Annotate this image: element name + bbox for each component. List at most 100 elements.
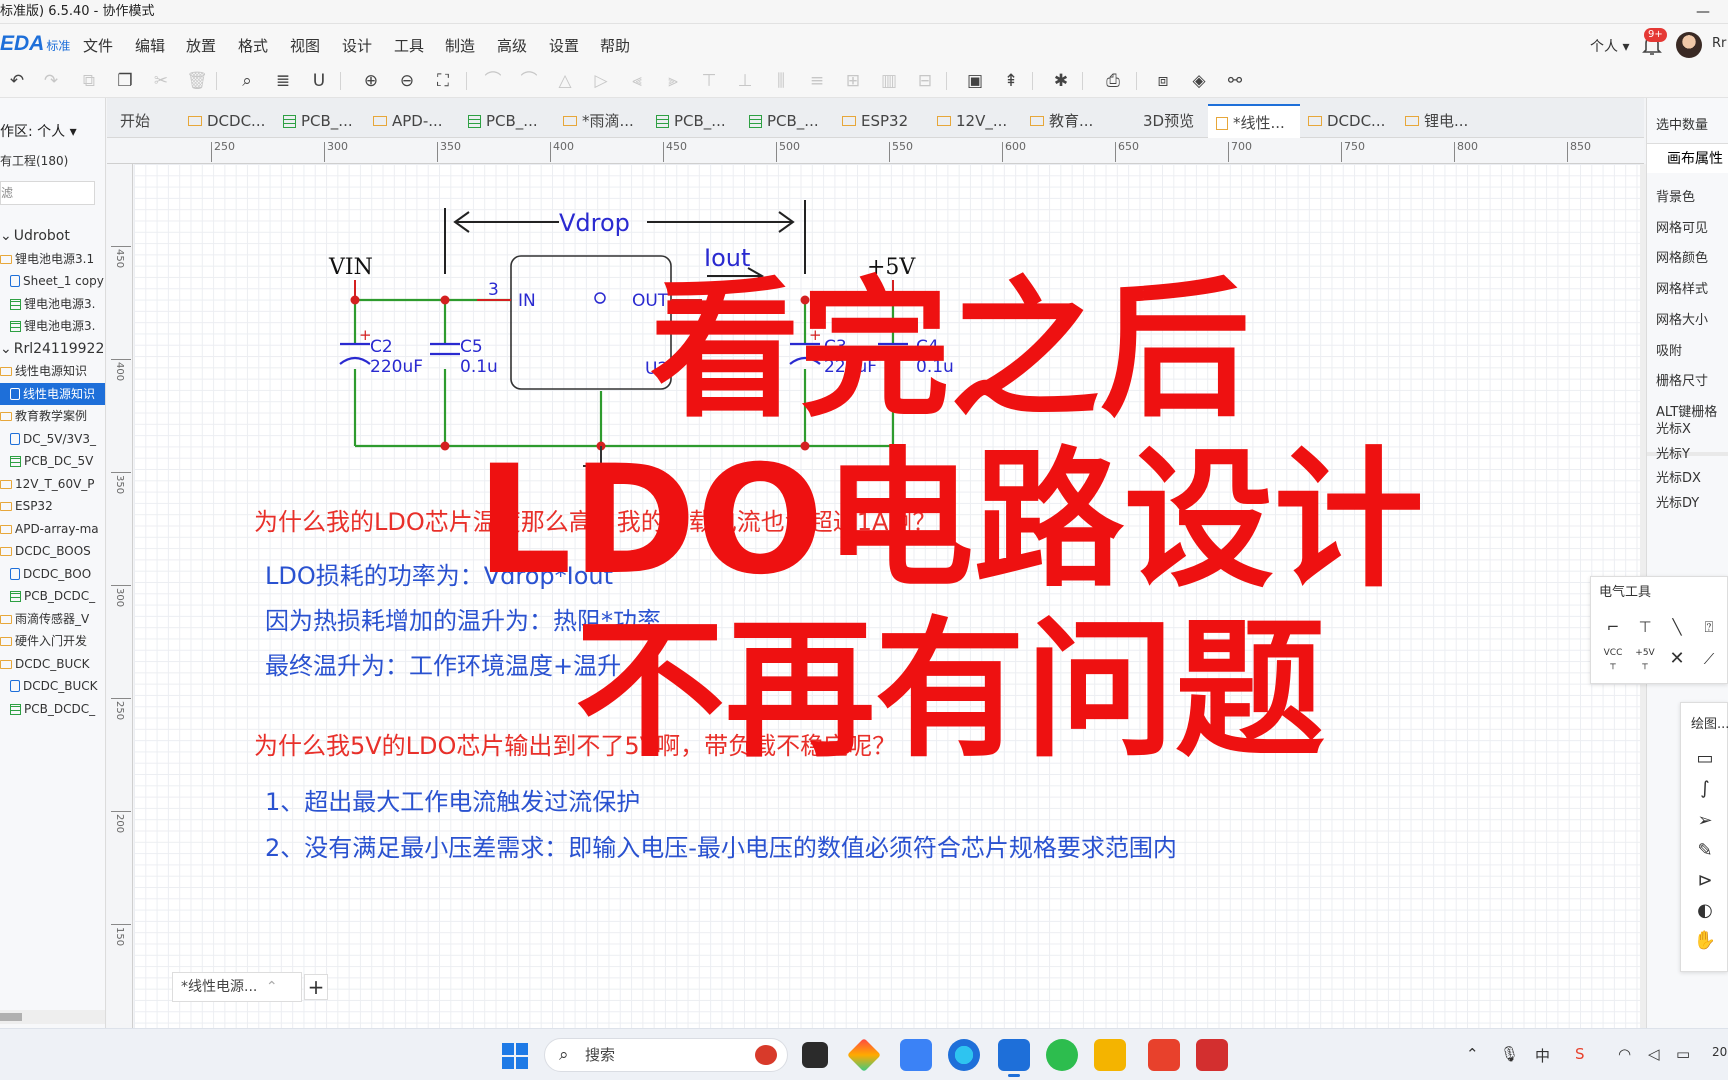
volume-icon[interactable]: ◁ [1648, 1045, 1660, 1063]
menu-view[interactable]: 视图 [290, 35, 320, 56]
tree-item[interactable]: 12V_T_60V_P [0, 473, 105, 496]
document-tab[interactable]: PCB_... [275, 104, 365, 138]
align-right-icon[interactable]: ⫸ [662, 70, 684, 92]
netflag-tool-icon[interactable]: ⍰ [1697, 615, 1721, 639]
find-replace-icon[interactable]: ≣ [272, 70, 294, 92]
vcc-tool-icon[interactable]: VCC ┬ [1601, 647, 1625, 671]
arc-tool-icon[interactable]: ◐ [1693, 899, 1717, 923]
file-explorer-icon[interactable] [1094, 1039, 1126, 1071]
align-top-icon[interactable]: ⊤ [698, 70, 720, 92]
tray-chevron-up-icon[interactable]: ⌃ [1466, 1045, 1479, 1063]
group-icon[interactable]: ⊟ [914, 70, 936, 92]
personal-dropdown[interactable]: 个人 ▾ [1590, 36, 1629, 56]
menu-settings[interactable]: 设置 [549, 35, 579, 56]
pencil-tool-icon[interactable]: ✎ [1693, 839, 1717, 863]
arrow-icon[interactable]: ▷ [590, 70, 612, 92]
tree-item[interactable]: DCDC_BOO [0, 563, 105, 586]
zoom-out-icon[interactable]: ⊖ [396, 70, 418, 92]
schematic-canvas[interactable]: Vdrop Iout VIN +5V 3 2 IN OUT U2 C2 220u… [134, 164, 1644, 1028]
tree-item[interactable]: PCB_DCDC_ [0, 585, 105, 608]
bezier-tool-icon[interactable]: ∫ [1693, 777, 1717, 801]
chevron-up-icon[interactable]: ⌃ [266, 979, 278, 995]
unit-icon[interactable]: U [308, 70, 330, 92]
tree-item[interactable]: 锂电池电源3. [0, 293, 105, 316]
tree-item[interactable]: ESP32 [0, 495, 105, 518]
menu-advanced[interactable]: 高级 [497, 35, 527, 56]
tree-item[interactable]: 雨滴传感器_V [0, 608, 105, 631]
document-tab[interactable]: PCB_... [741, 104, 834, 138]
document-tab[interactable]: ESP32 [834, 104, 929, 138]
align-left-icon[interactable]: ⫷ [626, 70, 648, 92]
tray-app-icon[interactable]: S [1575, 1045, 1585, 1063]
menu-design[interactable]: 设计 [342, 35, 372, 56]
wire-icon[interactable]: ⌒ [482, 70, 504, 92]
tree-item[interactable]: 线性电源知识 [0, 382, 105, 405]
menu-file[interactable]: 文件 [83, 35, 113, 56]
share-icon[interactable]: ⚯ [1224, 70, 1246, 92]
undo-icon[interactable]: ↶ [6, 70, 28, 92]
layers-icon[interactable]: ◈ [1188, 70, 1210, 92]
tree-item[interactable]: 锂电池电源3.1 [0, 248, 105, 271]
rect-tool-icon[interactable]: ▭ [1693, 747, 1717, 771]
layer-icon[interactable]: ⧈ [1152, 70, 1174, 92]
clock[interactable]: 20 [1712, 1045, 1727, 1059]
sheet-tab[interactable]: *线性电源... ⌃ [172, 972, 302, 1002]
bars-icon[interactable]: ▥ [878, 70, 900, 92]
align-bottom-icon[interactable]: ⊥ [734, 70, 756, 92]
plus5v-tool-icon[interactable]: +5V ┬ [1633, 647, 1657, 671]
wechat-icon[interactable] [1046, 1039, 1078, 1071]
menu-help[interactable]: 帮助 [600, 35, 630, 56]
delete-icon[interactable]: 🗑 [186, 70, 208, 92]
workspace-selector[interactable]: 作区: 个人 ▾ [0, 121, 77, 141]
username[interactable]: Rr [1712, 36, 1726, 51]
grid-icon[interactable]: ⊞ [842, 70, 864, 92]
edge-browser-icon[interactable] [948, 1039, 980, 1071]
menu-edit[interactable]: 编辑 [135, 35, 165, 56]
search-icon[interactable]: ⌕ [236, 70, 258, 92]
polygon-tool-icon[interactable]: ⊳ [1693, 869, 1717, 893]
tree-item[interactable]: 教育教学案例 [0, 405, 105, 428]
taskbar-search-box[interactable]: ⌕ 搜索 [544, 1038, 788, 1072]
menu-format[interactable]: 格式 [238, 35, 268, 56]
arrow-tool-icon[interactable]: ➢ [1693, 809, 1717, 833]
image-icon[interactable]: ▣ [964, 70, 986, 92]
distribute-h-icon[interactable]: ⫼ [770, 70, 792, 92]
start-button-icon[interactable] [502, 1043, 528, 1069]
bus-tool-icon[interactable]: ⊤ [1633, 615, 1657, 639]
app-blue-icon[interactable] [900, 1039, 932, 1071]
line-tool-icon[interactable]: ╲ [1665, 615, 1689, 639]
duplicate-icon[interactable]: ❐ [114, 70, 136, 92]
document-tab[interactable]: 3D预览 [1135, 104, 1208, 138]
tree-item[interactable]: DCDC_BUCK [0, 675, 105, 698]
document-tab[interactable]: 锂电... [1397, 104, 1492, 138]
document-tab[interactable]: PCB_... [648, 104, 741, 138]
tree-item[interactable]: DCDC_BOOS [0, 540, 105, 563]
tree-item[interactable]: DC_5V/3V3_ [0, 428, 105, 451]
cut-icon[interactable]: ✂ [150, 70, 172, 92]
battery-icon[interactable]: ▭ [1676, 1045, 1690, 1063]
tree-item[interactable]: 线性电源知识 [0, 360, 105, 383]
tree-item[interactable]: PCB_DCDC_ [0, 698, 105, 721]
tree-item[interactable]: Sheet_1 copy [0, 270, 105, 293]
horizontal-scrollbar[interactable] [0, 1010, 105, 1024]
tree-item[interactable]: 锂电池电源3. [0, 315, 105, 338]
ime-icon[interactable]: 中 [1535, 1045, 1550, 1066]
scrollbar-thumb[interactable] [0, 1013, 22, 1021]
add-sheet-button[interactable]: + [304, 974, 328, 1000]
document-tab[interactable]: APD-... [365, 104, 460, 138]
document-tab[interactable]: 12V_... [929, 104, 1022, 138]
export-icon[interactable]: ⎙ [1102, 70, 1124, 92]
tree-item[interactable]: APD-array-ma [0, 518, 105, 541]
document-tab[interactable]: *线性... [1208, 104, 1300, 138]
minimize-button[interactable]: — [1696, 0, 1710, 24]
wire-tool-icon[interactable]: ⌐ [1601, 615, 1625, 639]
notification-bell-icon[interactable]: 9+ [1640, 28, 1667, 56]
redo-icon[interactable]: ↷ [40, 70, 62, 92]
zoom-in-icon[interactable]: ⊕ [360, 70, 382, 92]
pin-icon[interactable]: ✱ [1050, 70, 1072, 92]
net-label-icon[interactable]: △ [554, 70, 576, 92]
fit-view-icon[interactable]: ⛶ [432, 70, 454, 92]
tree-item[interactable]: 硬件入门开发 [0, 630, 105, 653]
menu-manufacture[interactable]: 制造 [445, 35, 475, 56]
tree-item[interactable]: PCB_DC_5V [0, 450, 105, 473]
